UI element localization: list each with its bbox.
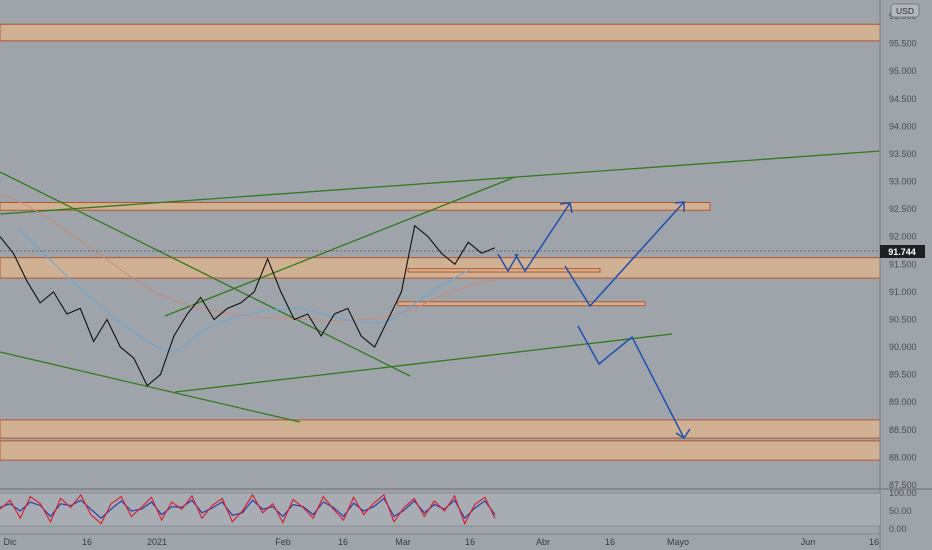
trading-chart[interactable]: 96.00095.50095.00094.50094.00093.50093.0… bbox=[0, 0, 932, 550]
time-tick-label: Feb bbox=[275, 537, 291, 547]
stoch-band bbox=[0, 493, 880, 526]
zone-rect bbox=[0, 23, 881, 42]
price-tick-label: 89.500 bbox=[889, 370, 917, 380]
zone-rect bbox=[0, 419, 881, 439]
current-price-tag: 91.744 bbox=[880, 245, 925, 258]
time-tick-label: Dic bbox=[4, 537, 17, 547]
time-tick-label: 2021 bbox=[147, 537, 167, 547]
stoch-tick-label: 50.00 bbox=[889, 506, 912, 516]
price-tick-label: 92.500 bbox=[889, 204, 917, 214]
zone-rect bbox=[397, 301, 646, 307]
price-tick-label: 93.000 bbox=[889, 177, 917, 187]
time-tick-label: Abr bbox=[536, 537, 550, 547]
stoch-tick-label: 100.00 bbox=[889, 488, 917, 498]
price-tick-label: 95.500 bbox=[889, 39, 917, 49]
stoch-tick-label: 0.00 bbox=[889, 524, 907, 534]
price-tick-label: 89.000 bbox=[889, 397, 917, 407]
price-tick-label: 91.500 bbox=[889, 259, 917, 269]
price-tick-label: 91.000 bbox=[889, 287, 917, 297]
price-tick-label: 88.500 bbox=[889, 425, 917, 435]
zone-rect bbox=[407, 268, 601, 273]
time-tick-label: 16 bbox=[82, 537, 92, 547]
time-tick-label: 16 bbox=[605, 537, 615, 547]
time-tick-label: Jun bbox=[801, 537, 816, 547]
time-tick-label: Mayo bbox=[667, 537, 689, 547]
zone-rect bbox=[0, 440, 881, 461]
price-tick-label: 90.500 bbox=[889, 314, 917, 324]
currency-label: USD bbox=[896, 6, 914, 16]
price-tick-label: 92.000 bbox=[889, 232, 917, 242]
price-tick-label: 90.000 bbox=[889, 342, 917, 352]
price-tick-label: 94.500 bbox=[889, 94, 917, 104]
currency-badge[interactable]: USD bbox=[890, 3, 920, 18]
time-tick-label: 16 bbox=[869, 537, 879, 547]
time-tick-label: 16 bbox=[338, 537, 348, 547]
time-tick-label: Mar bbox=[395, 537, 411, 547]
price-tick-label: 95.000 bbox=[889, 66, 917, 76]
time-tick-label: 16 bbox=[465, 537, 475, 547]
zone-rect bbox=[0, 257, 881, 279]
price-tick-label: 88.000 bbox=[889, 452, 917, 462]
price-tick-label: 94.000 bbox=[889, 121, 917, 131]
price-tick-label: 93.500 bbox=[889, 149, 917, 159]
current-price-value: 91.744 bbox=[888, 247, 916, 257]
